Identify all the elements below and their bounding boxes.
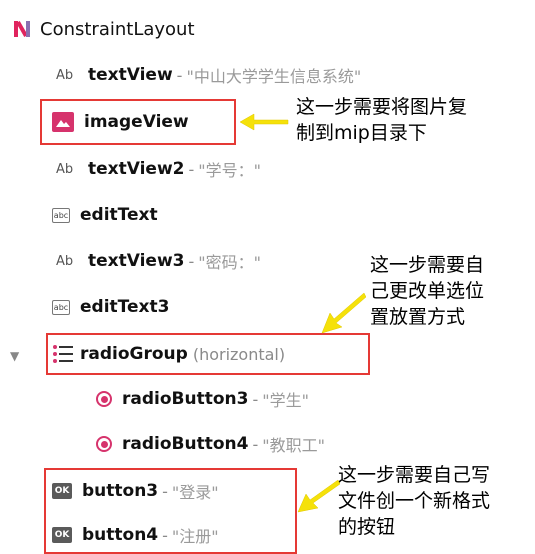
arrow-icon: [239, 113, 289, 131]
radio-button-icon: [96, 391, 112, 407]
tree-item-textview2[interactable]: Ab textView2 - "学号：": [56, 154, 261, 184]
expand-collapse-icon[interactable]: ▼: [10, 349, 19, 363]
tree-item-textview3[interactable]: Ab textView3 - "密码：": [56, 246, 261, 276]
note-line: 这一步需要自己写: [338, 464, 491, 486]
text-view-icon: Ab: [56, 161, 74, 177]
item-text-value: "中山大学学生信息系统": [186, 67, 362, 86]
item-text-value: "学生": [262, 391, 309, 410]
text-view-icon: Ab: [56, 253, 74, 269]
item-name: radioButton4: [122, 434, 249, 454]
item-separator: -: [176, 65, 183, 85]
item-name: editText: [80, 205, 158, 225]
edit-text-icon: abc: [52, 207, 70, 223]
tree-root-constraint-layout[interactable]: ConstraintLayout: [12, 14, 195, 44]
highlight-box-imageview: [40, 99, 236, 145]
highlight-box-radiogroup: [46, 333, 370, 375]
highlight-box-buttons: [44, 468, 297, 554]
arrow-icon: [297, 479, 340, 513]
item-name: textView: [88, 65, 173, 85]
radio-button-icon: [96, 436, 112, 452]
tree-item-textview[interactable]: Ab textView - "中山大学学生信息系统": [56, 60, 361, 90]
note-line: 的按钮: [338, 516, 396, 538]
item-separator: -: [252, 389, 259, 409]
arrow-icon: [321, 292, 366, 334]
item-text-value: "学号：": [198, 161, 262, 180]
tree-root-label: ConstraintLayout: [40, 18, 195, 40]
note-line: 文件创一个新格式: [338, 490, 491, 512]
tree-item-edittext3[interactable]: abc editText3: [52, 292, 169, 322]
item-name: editText3: [80, 297, 170, 317]
annotation-button-note: 这一步需要自己写 文件创一个新格式 的按钮: [338, 462, 490, 540]
item-text-value: "教职工": [262, 436, 325, 455]
tree-item-radiobutton3[interactable]: radioButton3 - "学生": [96, 384, 309, 414]
edit-text-icon: abc: [52, 299, 70, 315]
note-line: 己更改单选位: [370, 280, 485, 302]
item-text-value: "密码：": [198, 253, 262, 272]
item-name: textView2: [88, 159, 185, 179]
note-line: 制到mip目录下: [296, 122, 427, 144]
text-view-icon: Ab: [56, 67, 74, 83]
constraint-layout-icon: [14, 21, 30, 37]
annotation-radio-note: 这一步需要自 己更改单选位 置放置方式: [370, 252, 484, 330]
tree-item-edittext[interactable]: abc editText: [52, 200, 158, 230]
item-name: textView3: [88, 251, 185, 271]
item-name: radioButton3: [122, 389, 249, 409]
note-line: 这一步需要将图片复: [296, 96, 468, 118]
item-separator: -: [188, 159, 195, 179]
annotation-image-note: 这一步需要将图片复 制到mip目录下: [296, 94, 467, 146]
item-separator: -: [188, 251, 195, 271]
note-line: 这一步需要自: [370, 254, 485, 276]
item-separator: -: [252, 434, 259, 454]
note-line: 置放置方式: [370, 306, 466, 328]
tree-item-radiobutton4[interactable]: radioButton4 - "教职工": [96, 429, 325, 459]
